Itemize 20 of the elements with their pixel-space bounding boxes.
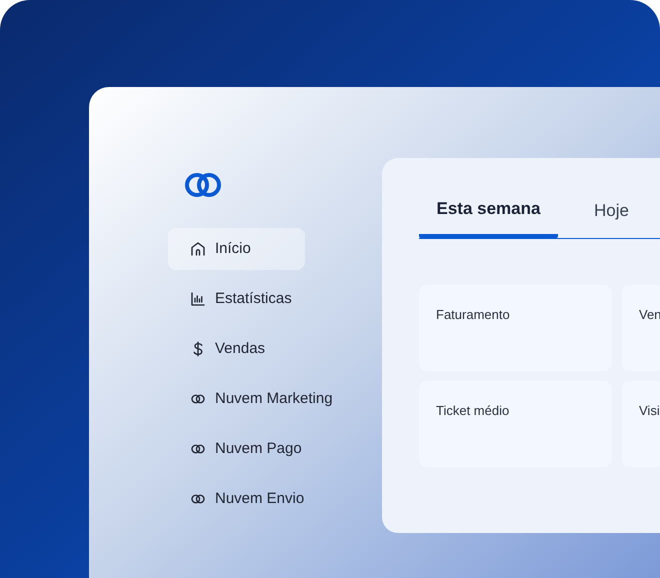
period-tab[interactable]: Hoje	[558, 188, 658, 238]
sidebar-item[interactable]: Início	[168, 228, 305, 270]
sidebar-item-label: Nuvem Envio	[215, 488, 304, 509]
sidebar-item-label: Vendas	[215, 338, 266, 359]
bar-chart-icon	[189, 290, 207, 308]
sidebar-item[interactable]: Vendas	[168, 328, 305, 370]
sidebar-item-label: Nuvem Marketing	[215, 388, 333, 409]
metric-label: Ticket médio	[436, 403, 510, 418]
sidebar-item[interactable]: Nuvem Marketing	[168, 378, 337, 420]
metric-label: Faturamento	[436, 307, 510, 322]
metric-label: Visi	[639, 403, 660, 418]
period-tab[interactable]: Esta semana	[419, 188, 558, 238]
sidebar-item-label: Nuvem Pago	[215, 438, 302, 459]
home-icon	[189, 240, 207, 258]
sidebar-item-label: Início	[215, 238, 251, 259]
sidebar-item[interactable]: Estatísticas	[168, 278, 305, 320]
sidebar-item[interactable]: Nuvem Envio	[168, 478, 308, 520]
logo-icon	[184, 172, 222, 198]
sidebar-item[interactable]: Nuvem Pago	[168, 428, 306, 470]
sidebar-item-label: Estatísticas	[215, 288, 292, 309]
